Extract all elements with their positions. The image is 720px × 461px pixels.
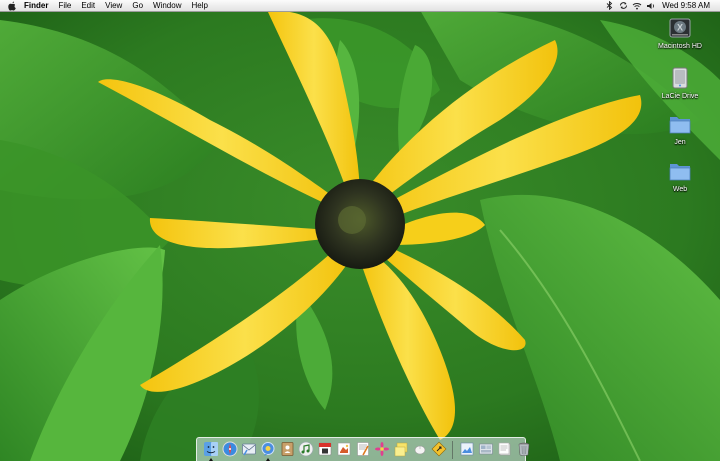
desktop-icon-macintosh-hd[interactable]: X Macintosh HD [650, 15, 710, 50]
menu-edit[interactable]: Edit [76, 0, 100, 11]
sync-icon[interactable] [616, 0, 630, 11]
menu-help[interactable]: Help [186, 0, 212, 11]
text-edit-icon[interactable] [355, 441, 371, 459]
running-indicator [265, 457, 270, 461]
mapping-icon[interactable] [431, 441, 447, 459]
mail-icon[interactable] [241, 441, 257, 459]
flower-app-icon[interactable] [374, 441, 390, 459]
hard-drive-icon: X [666, 15, 694, 41]
menu-view[interactable]: View [100, 0, 127, 11]
desktop-icon-label: Jen [674, 139, 686, 146]
menu-window[interactable]: Window [148, 0, 186, 11]
desktop-icon-web[interactable]: Web [650, 158, 710, 193]
desktop-icon-jen[interactable]: Jen [650, 111, 710, 146]
dock-separator [452, 440, 453, 459]
svg-text:X: X [677, 23, 683, 33]
desktop-icon-lacie-drive[interactable]: LaCie Drive [650, 65, 710, 100]
file-sharing-icon[interactable] [478, 441, 494, 459]
desktop-icon-label: Macintosh HD [658, 43, 702, 50]
finder-icon[interactable] [203, 441, 219, 461]
dock [196, 437, 529, 461]
itunes-icon[interactable] [298, 441, 314, 459]
desktop-icon-label: LaCie Drive [661, 93, 699, 100]
documents-stack-icon[interactable] [497, 441, 513, 459]
bluetooth-icon[interactable] [602, 0, 616, 11]
safari-icon[interactable] [222, 441, 238, 459]
folder-icon [666, 158, 694, 184]
desktop-wallpaper [0, 0, 720, 461]
volume-icon[interactable] [644, 0, 658, 11]
desktop-icon-label: Web [672, 186, 688, 193]
running-indicator [208, 457, 213, 461]
menu-file[interactable]: File [53, 0, 76, 11]
folder-icon [666, 111, 694, 137]
menu-go[interactable]: Go [127, 0, 148, 11]
ichat-icon[interactable] [260, 441, 276, 461]
ical-icon[interactable] [317, 441, 333, 459]
menu-bar: Finder File Edit View Go Window Help Wed… [0, 0, 720, 12]
apple-menu-icon[interactable] [5, 0, 19, 11]
menu-app-finder[interactable]: Finder [19, 0, 53, 11]
preview-icon[interactable] [459, 441, 475, 459]
menubar-clock[interactable]: Wed 9:58 AM [658, 0, 720, 11]
mouse-icon[interactable] [412, 441, 428, 459]
stickies-icon[interactable] [393, 441, 409, 459]
iphoto-icon[interactable] [336, 441, 352, 459]
address-book-icon[interactable] [279, 441, 295, 459]
external-drive-icon [666, 65, 694, 91]
wifi-icon[interactable] [630, 0, 644, 11]
trash-icon[interactable] [516, 441, 532, 459]
